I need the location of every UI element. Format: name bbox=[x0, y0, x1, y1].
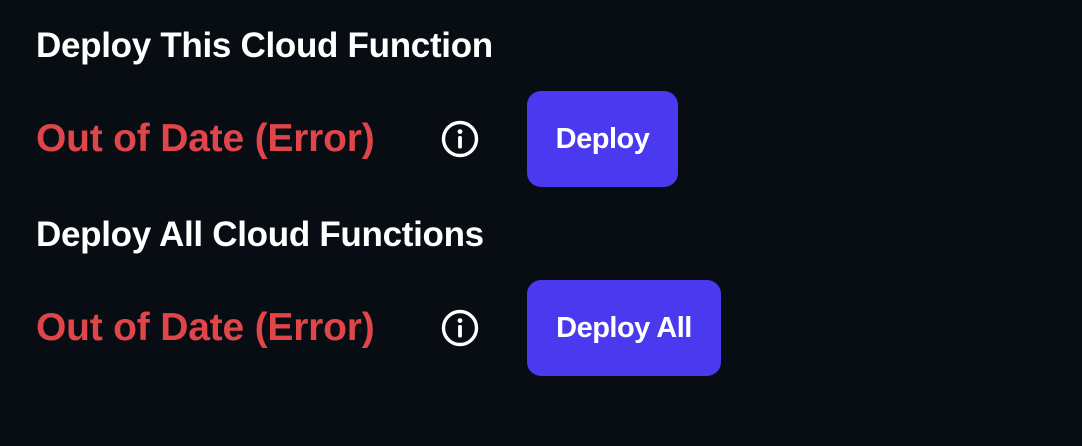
deploy-button[interactable]: Deploy bbox=[527, 91, 678, 187]
info-circle-icon[interactable] bbox=[440, 119, 480, 159]
deploy-all-status: Out of Date (Error) bbox=[36, 306, 375, 349]
deploy-panel: Deploy This Cloud Function Out of Date (… bbox=[0, 0, 1082, 446]
deploy-all-functions-title: Deploy All Cloud Functions bbox=[36, 215, 484, 254]
deploy-all-button[interactable]: Deploy All bbox=[527, 280, 721, 376]
deploy-function-title: Deploy This Cloud Function bbox=[36, 26, 493, 65]
info-circle-icon[interactable] bbox=[440, 308, 480, 348]
deploy-function-row: Out of Date (Error) Deploy bbox=[36, 91, 1036, 187]
deploy-all-row: Out of Date (Error) Deploy All bbox=[36, 280, 1036, 376]
deploy-function-status: Out of Date (Error) bbox=[36, 117, 375, 160]
